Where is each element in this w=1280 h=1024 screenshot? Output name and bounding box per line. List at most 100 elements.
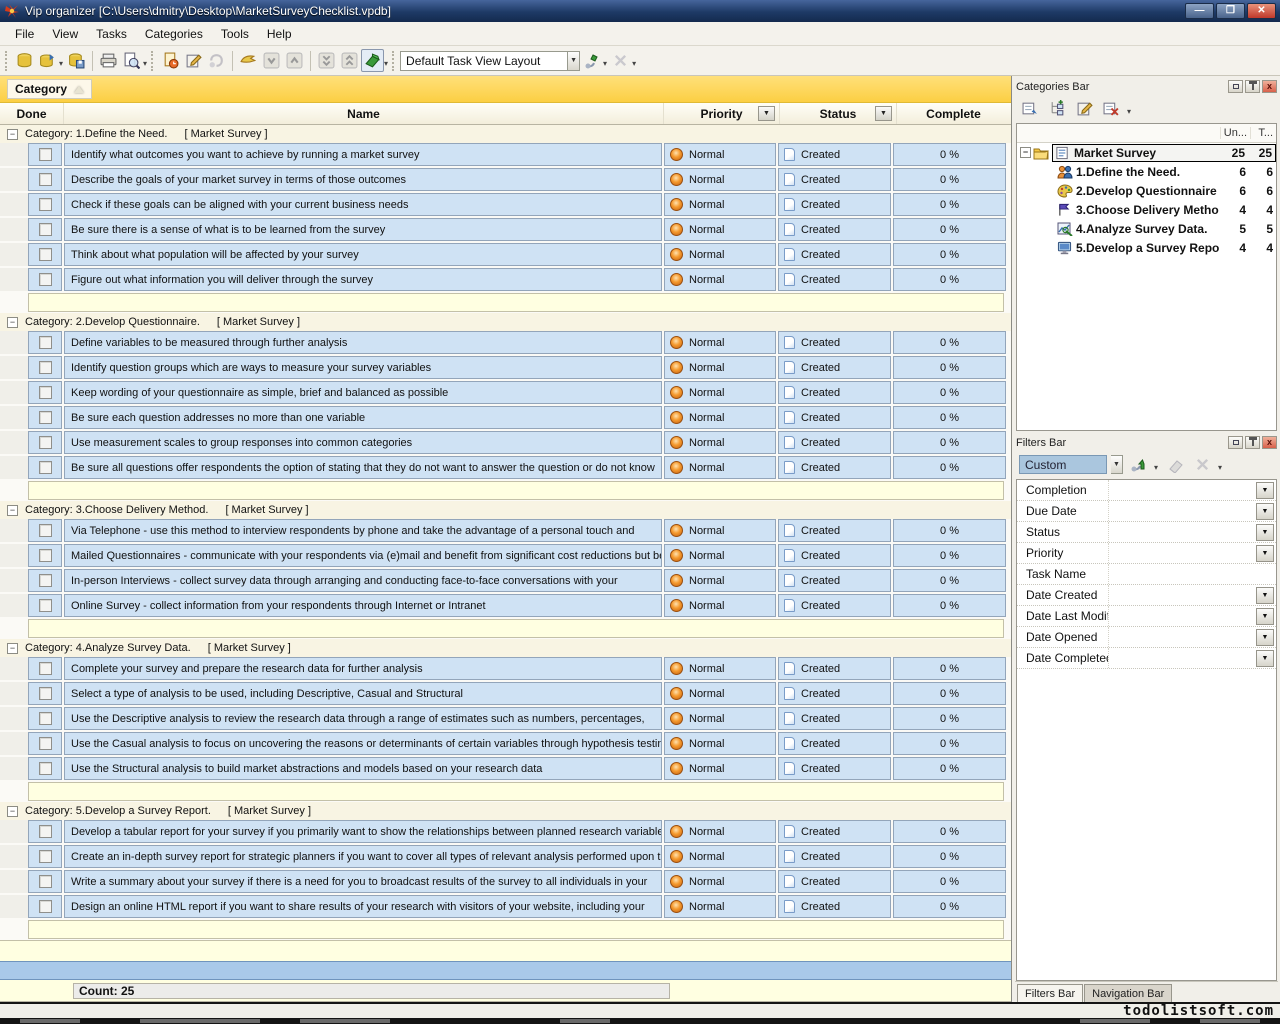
- print-dropdown-caret[interactable]: ▾: [143, 59, 147, 68]
- table-row[interactable]: Check if these goals can be aligned with…: [0, 193, 1011, 216]
- new-database-button[interactable]: [13, 49, 36, 72]
- status-cell[interactable]: Created: [778, 845, 891, 868]
- restore-button[interactable]: ❐: [1216, 3, 1245, 19]
- priority-cell[interactable]: Normal: [664, 268, 776, 291]
- categories-restore-button[interactable]: [1228, 80, 1243, 93]
- clear-filter-button[interactable]: [1164, 453, 1187, 476]
- column-header-priority[interactable]: Priority▼: [664, 103, 780, 124]
- task-name-cell[interactable]: In-person Interviews - collect survey da…: [64, 569, 662, 592]
- filter-dropdown-button[interactable]: ▼: [1256, 587, 1274, 604]
- table-row[interactable]: Identify what outcomes you want to achie…: [0, 143, 1011, 166]
- category-group-header[interactable]: −Category: 5.Develop a Survey Report.[ M…: [0, 802, 1011, 820]
- menu-view[interactable]: View: [43, 24, 87, 44]
- toolbar-more-caret[interactable]: ▾: [632, 59, 636, 68]
- apply-filter-caret[interactable]: ▾: [1154, 463, 1158, 472]
- move-down-button[interactable]: [260, 49, 283, 72]
- edit-task-button[interactable]: [182, 49, 205, 72]
- status-cell[interactable]: Created: [778, 168, 891, 191]
- table-row[interactable]: Figure out what information you will del…: [0, 268, 1011, 291]
- menu-help[interactable]: Help: [258, 24, 301, 44]
- status-cell[interactable]: Created: [778, 707, 891, 730]
- task-checkbox[interactable]: [39, 273, 52, 286]
- filter-dropdown-button[interactable]: ▼: [1256, 650, 1274, 667]
- task-checkbox[interactable]: [39, 687, 52, 700]
- tree-column-total[interactable]: T...: [1250, 127, 1276, 139]
- categories-toolbar-caret[interactable]: ▾: [1127, 107, 1131, 116]
- task-checkbox[interactable]: [39, 148, 52, 161]
- task-checkbox[interactable]: [39, 223, 52, 236]
- collapse-group-icon[interactable]: −: [7, 505, 18, 516]
- filter-preset-combo[interactable]: Custom: [1019, 455, 1107, 474]
- task-checkbox[interactable]: [39, 825, 52, 838]
- task-checkbox[interactable]: [39, 712, 52, 725]
- move-top-button[interactable]: [338, 49, 361, 72]
- table-row[interactable]: Use the Descriptive analysis to review t…: [0, 707, 1011, 730]
- filter-dropdown-button[interactable]: ▼: [1256, 524, 1274, 541]
- priority-cell[interactable]: Normal: [664, 243, 776, 266]
- task-checkbox[interactable]: [39, 173, 52, 186]
- group-by-chip[interactable]: Category: [7, 79, 92, 99]
- task-checkbox[interactable]: [39, 386, 52, 399]
- collapse-group-icon[interactable]: −: [7, 643, 18, 654]
- table-row[interactable]: Define variables to be measured through …: [0, 331, 1011, 354]
- task-name-cell[interactable]: Via Telephone - use this method to inter…: [64, 519, 662, 542]
- table-row[interactable]: Use the Structural analysis to build mar…: [0, 757, 1011, 780]
- layout-combo-dropdown[interactable]: ▼: [568, 51, 580, 71]
- filter-dropdown-button[interactable]: ▼: [1256, 629, 1274, 646]
- table-row[interactable]: Describe the goals of your market survey…: [0, 168, 1011, 191]
- view-dropdown-caret[interactable]: ▾: [384, 59, 388, 68]
- task-checkbox[interactable]: [39, 411, 52, 424]
- priority-cell[interactable]: Normal: [664, 406, 776, 429]
- minimize-button[interactable]: —: [1185, 3, 1214, 19]
- apply-filter-button[interactable]: [1127, 453, 1150, 476]
- menu-file[interactable]: File: [6, 24, 43, 44]
- table-row[interactable]: Be sure all questions offer respondents …: [0, 456, 1011, 479]
- filters-toolbar-caret[interactable]: ▾: [1218, 463, 1222, 472]
- table-row[interactable]: Via Telephone - use this method to inter…: [0, 519, 1011, 542]
- status-cell[interactable]: Created: [778, 193, 891, 216]
- category-group-header[interactable]: −Category: 1.Define the Need.[ Market Su…: [0, 125, 1011, 143]
- status-cell[interactable]: Created: [778, 331, 891, 354]
- table-row[interactable]: Complete your survey and prepare the res…: [0, 657, 1011, 680]
- status-cell[interactable]: Created: [778, 895, 891, 918]
- table-row[interactable]: Think about what population will be affe…: [0, 243, 1011, 266]
- filters-pin-button[interactable]: [1245, 436, 1260, 449]
- table-row[interactable]: Be sure there is a sense of what is to b…: [0, 218, 1011, 241]
- duplicate-task-button[interactable]: [205, 49, 228, 72]
- status-cell[interactable]: Created: [778, 757, 891, 780]
- status-cell[interactable]: Created: [778, 243, 891, 266]
- status-cell[interactable]: Created: [778, 356, 891, 379]
- priority-cell[interactable]: Normal: [664, 707, 776, 730]
- collapse-group-icon[interactable]: −: [7, 806, 18, 817]
- priority-cell[interactable]: Normal: [664, 218, 776, 241]
- table-row[interactable]: Select a type of analysis to be used, in…: [0, 682, 1011, 705]
- table-row[interactable]: Use measurement scales to group response…: [0, 431, 1011, 454]
- priority-cell[interactable]: Normal: [664, 168, 776, 191]
- task-name-cell[interactable]: Think about what population will be affe…: [64, 243, 662, 266]
- task-checkbox[interactable]: [39, 574, 52, 587]
- new-task-button[interactable]: [159, 49, 182, 72]
- filters-restore-button[interactable]: [1228, 436, 1243, 449]
- task-name-cell[interactable]: Figure out what information you will del…: [64, 268, 662, 291]
- task-name-cell[interactable]: Keep wording of your questionnaire as si…: [64, 381, 662, 404]
- status-cell[interactable]: Created: [778, 218, 891, 241]
- task-checkbox[interactable]: [39, 737, 52, 750]
- filter-preset-dropdown[interactable]: ▼: [1111, 455, 1123, 474]
- task-checkbox[interactable]: [39, 850, 52, 863]
- filter-value-field[interactable]: [1109, 522, 1256, 542]
- priority-cell[interactable]: Normal: [664, 870, 776, 893]
- save-layout-button[interactable]: [580, 49, 603, 72]
- task-checkbox[interactable]: [39, 336, 52, 349]
- tree-item[interactable]: 4.Analyze Survey Data.55: [1017, 219, 1276, 238]
- task-name-cell[interactable]: Describe the goals of your market survey…: [64, 168, 662, 191]
- task-name-cell[interactable]: Define variables to be measured through …: [64, 331, 662, 354]
- categories-pin-button[interactable]: [1245, 80, 1260, 93]
- task-name-cell[interactable]: Be sure there is a sense of what is to b…: [64, 218, 662, 241]
- priority-cell[interactable]: Normal: [664, 456, 776, 479]
- task-name-cell[interactable]: Design an online HTML report if you want…: [64, 895, 662, 918]
- status-cell[interactable]: Created: [778, 268, 891, 291]
- tree-root-row[interactable]: −Market Survey2525: [1017, 143, 1276, 162]
- table-row[interactable]: Use the Casual analysis to focus on unco…: [0, 732, 1011, 755]
- task-name-cell[interactable]: Mailed Questionnaires - communicate with…: [64, 544, 662, 567]
- task-checkbox[interactable]: [39, 198, 52, 211]
